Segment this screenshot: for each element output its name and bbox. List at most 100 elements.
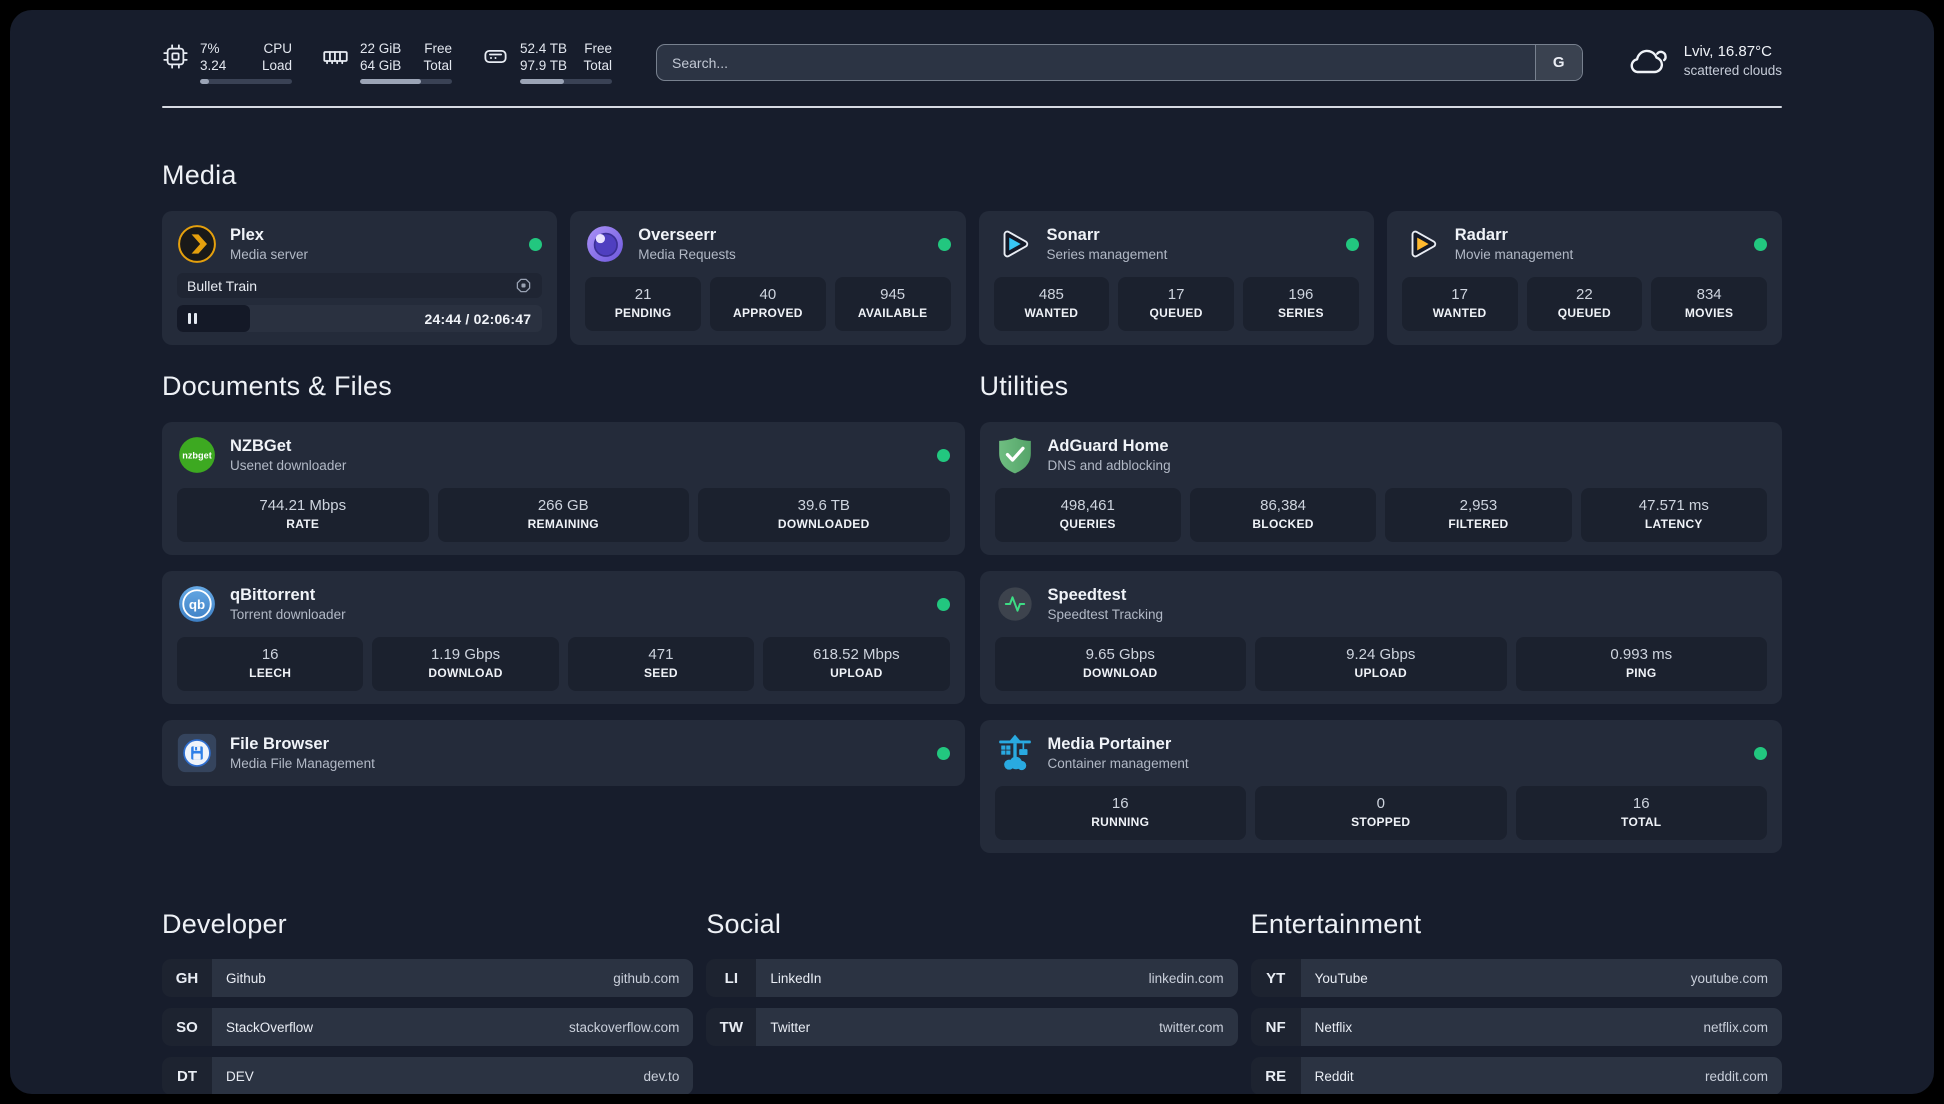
ram-icon <box>323 51 348 65</box>
plex-card[interactable]: Plex Media server Bullet Train 24:44 / 0… <box>162 211 558 345</box>
app-name: Overseerr <box>638 225 717 244</box>
top-bar: 7% CPU 3.24 Load 22 GiB Free 64 GiB Total <box>162 10 1782 84</box>
now-playing-row: Bullet Train <box>177 273 543 298</box>
stat-tile: 9.24 Gbps UPLOAD <box>1255 637 1507 691</box>
app-desc: Container management <box>1047 755 1189 771</box>
weather-condition: scattered clouds <box>1683 63 1782 78</box>
app-desc: Usenet downloader <box>230 457 347 473</box>
status-indicator <box>529 237 543 251</box>
link-twitter[interactable]: TW Twitter twitter.com <box>706 1008 1238 1046</box>
filebrowser-icon <box>177 733 217 773</box>
memory-free-value: 22 GiB <box>360 41 402 56</box>
adguard-shield-icon <box>995 435 1035 475</box>
link-abbr: DT <box>162 1057 212 1094</box>
search-provider-button[interactable]: G <box>1534 45 1582 80</box>
sonarr-card[interactable]: Sonarr Series management 485 WANTED 17 QUE… <box>978 211 1374 345</box>
speedtest-card[interactable]: Speedtest Speedtest Tracking 9.65 Gbps DO… <box>979 571 1782 704</box>
storage-free-label: Free <box>584 41 612 56</box>
link-github[interactable]: GH Github github.com <box>162 959 694 997</box>
portainer-card[interactable]: Media Portainer Container management 16 R… <box>979 720 1782 853</box>
link-url: reddit.com <box>1704 1068 1768 1084</box>
cloud-icon <box>1630 49 1667 74</box>
link-dev[interactable]: DT DEV dev.to <box>162 1057 694 1094</box>
link-url: github.com <box>613 970 680 986</box>
svg-text:qb: qb <box>189 597 205 612</box>
memory-total-value: 64 GiB <box>360 58 402 73</box>
link-abbr: YT <box>1250 959 1301 997</box>
app-name: Media Portainer <box>1047 734 1172 753</box>
storage-progress-bar <box>520 79 612 84</box>
cpu-chip-icon <box>163 44 188 69</box>
overseerr-card[interactable]: Overseerr Media Requests 21 PENDING 40 APP… <box>570 211 966 345</box>
stat-tile: 17 WANTED <box>1401 277 1518 331</box>
header-divider <box>162 106 1782 108</box>
app-desc: DNS and adblocking <box>1047 457 1171 473</box>
link-url: twitter.com <box>1159 1019 1224 1035</box>
filebrowser-card[interactable]: File Browser Media File Management <box>162 720 965 786</box>
stop-session-icon[interactable] <box>515 277 532 294</box>
stat-tile: 0.993 ms PING <box>1515 637 1767 691</box>
link-netflix[interactable]: NF Netflix netflix.com <box>1250 1008 1782 1046</box>
cpu-load-value: 3.24 <box>200 58 227 73</box>
storage-total-label: Total <box>583 58 612 73</box>
stat-tile: 945 AVAILABLE <box>834 277 951 331</box>
stat-tile: 16 RUNNING <box>994 786 1246 840</box>
nzbget-icon: nzbget <box>177 435 217 475</box>
memory-stat: 22 GiB Free 64 GiB Total <box>322 40 452 84</box>
load-label: Load <box>261 58 292 73</box>
section-title-social: Social <box>706 909 782 939</box>
stat-tile: 744.21 Mbps RATE <box>177 488 429 542</box>
link-reddit[interactable]: RE Reddit reddit.com <box>1250 1057 1782 1094</box>
section-title-utilities: Utilities <box>979 371 1069 401</box>
nzbget-card[interactable]: nzbget NZBGet Usenet downloader 744.21 M… <box>162 422 965 555</box>
status-indicator <box>1345 237 1359 251</box>
playback-progress-bar[interactable]: 24:44 / 02:06:47 <box>177 305 543 332</box>
link-url: netflix.com <box>1703 1019 1768 1035</box>
link-linkedin[interactable]: LI LinkedIn linkedin.com <box>706 959 1238 997</box>
link-name: Reddit <box>1314 1068 1354 1084</box>
radarr-card[interactable]: Radarr Movie management 17 WANTED 22 QUEUE… <box>1386 211 1782 345</box>
link-abbr: GH <box>162 959 212 997</box>
link-url: youtube.com <box>1690 970 1768 986</box>
storage-free-value: 52.4 TB <box>520 41 568 56</box>
app-name: File Browser <box>230 734 330 753</box>
link-name: DEV <box>226 1068 254 1084</box>
link-name: YouTube <box>1314 970 1368 986</box>
now-playing-title: Bullet Train <box>187 277 258 294</box>
section-title-documents: Documents & Files <box>162 371 392 401</box>
link-abbr: SO <box>162 1008 212 1046</box>
stat-tile: 2,953 FILTERED <box>1385 488 1572 542</box>
svg-text:nzbget: nzbget <box>182 450 212 460</box>
qbittorrent-card[interactable]: qb qBittorrent Torrent downloader 16 LEEC… <box>162 571 965 704</box>
weather-location-temp: Lviv, 16.87°C <box>1683 43 1772 60</box>
app-name: Speedtest <box>1047 585 1127 604</box>
app-desc: Media Requests <box>638 246 736 262</box>
stat-tile: 16 TOTAL <box>1515 786 1767 840</box>
app-desc: Media server <box>230 246 309 262</box>
link-youtube[interactable]: YT YouTube youtube.com <box>1250 959 1782 997</box>
link-stackoverflow[interactable]: SO StackOverflow stackoverflow.com <box>162 1008 694 1046</box>
memory-total-label: Total <box>423 58 452 73</box>
status-indicator <box>936 597 950 611</box>
radarr-icon <box>1402 224 1442 264</box>
search-bar[interactable]: G <box>656 44 1583 81</box>
link-url: linkedin.com <box>1148 970 1224 986</box>
stat-tile: 86,384 BLOCKED <box>1189 488 1377 542</box>
link-name: StackOverflow <box>226 1019 314 1035</box>
stat-tile: 16 LEECH <box>177 637 364 691</box>
hdd-icon <box>484 49 507 64</box>
search-input[interactable] <box>657 45 1535 80</box>
stat-tile: 22 QUEUED <box>1526 277 1643 331</box>
adguard-card[interactable]: AdGuard Home DNS and adblocking 498,461 Q… <box>979 422 1782 555</box>
dashboard: 7% CPU 3.24 Load 22 GiB Free 64 GiB Total <box>10 10 1934 1094</box>
system-stats: 7% CPU 3.24 Load 22 GiB Free 64 GiB Total <box>162 40 612 84</box>
memory-free-label: Free <box>424 41 452 56</box>
section-title-developer: Developer <box>162 909 287 939</box>
status-indicator <box>936 746 950 760</box>
stat-tile: 9.65 Gbps DOWNLOAD <box>994 637 1246 691</box>
pause-icon[interactable] <box>188 313 197 324</box>
app-name: AdGuard Home <box>1047 436 1169 455</box>
stat-tile: 471 SEED <box>567 637 755 691</box>
storage-stat: 52.4 TB Free 97.9 TB Total <box>482 40 612 84</box>
link-name: Github <box>226 970 266 986</box>
